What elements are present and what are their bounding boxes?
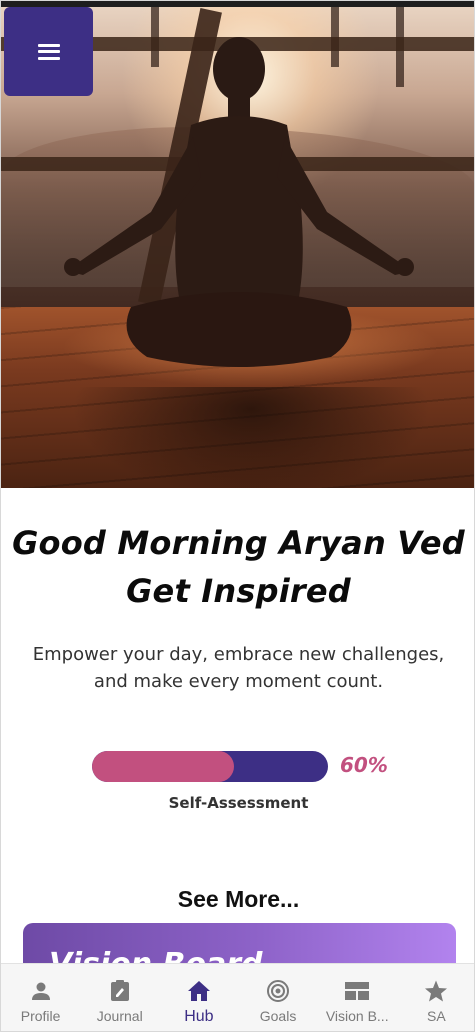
nav-label: Goals xyxy=(259,1008,297,1024)
subheading-line: Get Inspired xyxy=(126,572,351,610)
nav-item-hub[interactable]: Hub xyxy=(159,964,238,1026)
nav-item-profile[interactable]: Profile xyxy=(1,964,80,1024)
hamburger-menu-icon xyxy=(37,43,60,60)
nav-label: Vision B... xyxy=(325,1008,389,1024)
nav-item-journal[interactable]: Journal xyxy=(80,964,159,1024)
progress-percent: 60% xyxy=(340,753,388,777)
see-more-link[interactable]: See More... xyxy=(1,886,474,913)
greeting-line: Good Morning Aryan Ved xyxy=(12,524,465,562)
tagline-text: Empower your day, embrace new challenges… xyxy=(32,644,445,692)
star-icon xyxy=(423,978,449,1004)
nav-item-goals[interactable]: Goals xyxy=(239,964,318,1024)
bottom-navigation: Profile Journal Hub Goals Vision B... SA xyxy=(1,963,474,1031)
greeting-heading: Good Morning Aryan Ved Get Inspired xyxy=(1,519,474,615)
app-screen: Good Morning Aryan Ved Get Inspired Empo… xyxy=(0,0,475,1032)
nav-label: Journal xyxy=(96,1008,143,1024)
person-icon xyxy=(28,978,54,1004)
progress-track xyxy=(92,751,328,782)
vision-board-icon xyxy=(344,978,370,1004)
nav-label: Hub xyxy=(184,1008,214,1025)
menu-button[interactable] xyxy=(4,7,93,96)
nav-item-vision-board[interactable]: Vision B... xyxy=(318,964,397,1024)
nav-label: Profile xyxy=(20,1008,61,1024)
target-icon xyxy=(265,978,291,1004)
home-icon xyxy=(186,978,212,1004)
progress-fill xyxy=(92,751,234,782)
journal-icon xyxy=(107,978,133,1004)
progress-label: Self-Assessment xyxy=(168,794,309,812)
self-assessment-progress: 60% xyxy=(92,751,392,783)
nav-label: SA xyxy=(427,1008,446,1024)
nav-item-sa[interactable]: SA xyxy=(397,964,474,1024)
